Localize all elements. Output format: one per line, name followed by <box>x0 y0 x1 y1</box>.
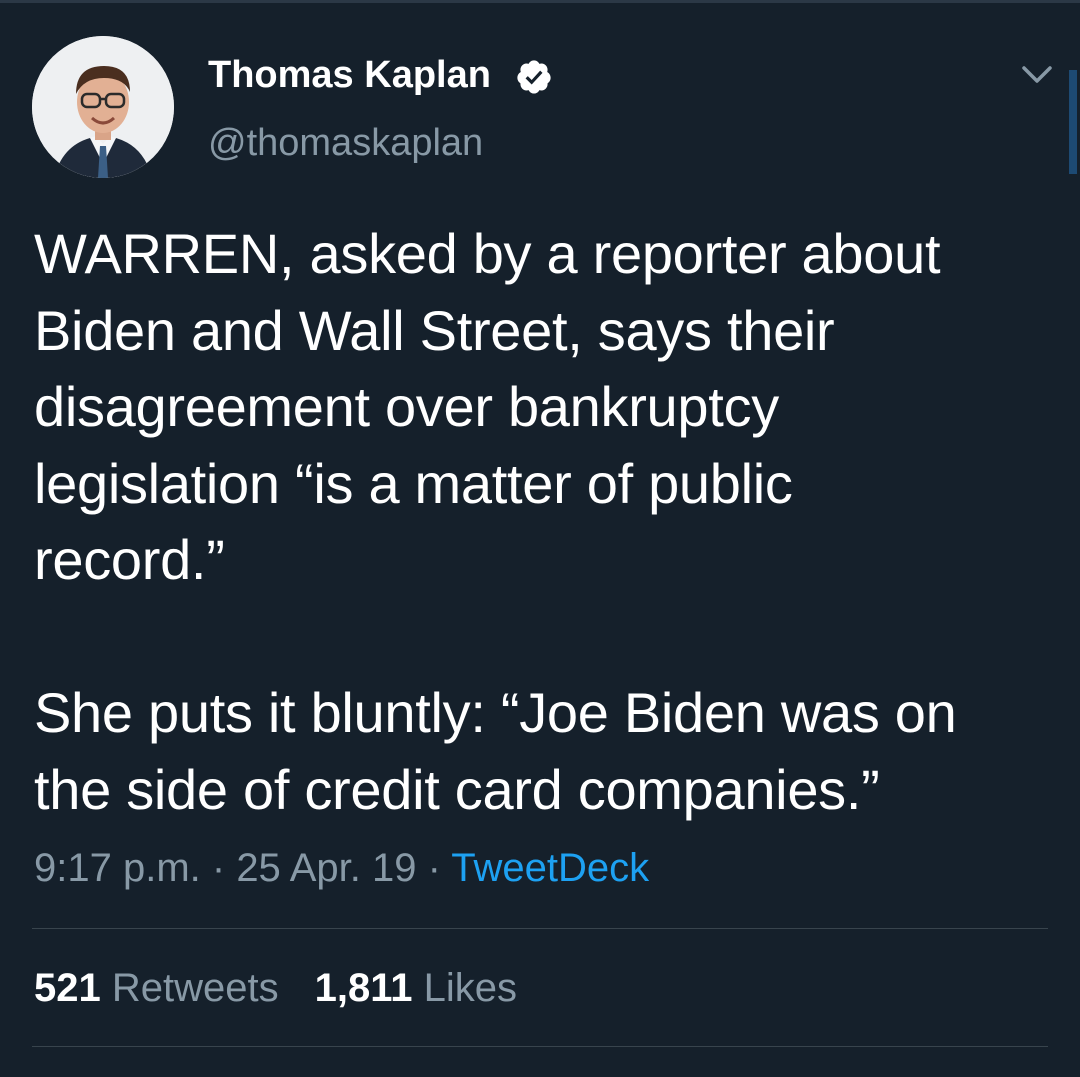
divider <box>32 1046 1048 1047</box>
meta-separator: · <box>416 846 452 890</box>
likes-stat[interactable]: 1,811 Likes <box>315 966 517 1010</box>
engagement-stats: 521 Retweets 1,811 Likes <box>34 966 517 1011</box>
top-border <box>0 0 1080 3</box>
avatar[interactable] <box>32 36 174 178</box>
scrollbar[interactable] <box>1069 70 1077 174</box>
avatar-photo <box>32 36 174 178</box>
tweet-source-link[interactable]: TweetDeck <box>451 846 649 890</box>
retweets-stat[interactable]: 521 Retweets <box>34 966 279 1010</box>
chevron-down-icon[interactable] <box>1018 60 1056 90</box>
author-display-name[interactable]: Thomas Kaplan <box>208 54 491 97</box>
tweet-time[interactable]: 9:17 p.m. <box>34 846 201 890</box>
tweet-metadata: 9:17 p.m. · 25 Apr. 19 · TweetDeck <box>34 846 649 891</box>
tweet-date[interactable]: 25 Apr. 19 <box>236 846 416 890</box>
retweets-label: Retweets <box>111 966 279 1010</box>
likes-label: Likes <box>423 966 518 1010</box>
retweets-count: 521 <box>34 966 101 1010</box>
author-handle[interactable]: @thomaskaplan <box>208 122 483 165</box>
meta-separator: · <box>200 846 237 890</box>
likes-count: 1,811 <box>314 966 413 1010</box>
tweet-text: WARREN, asked by a reporter about Biden … <box>34 222 957 821</box>
verified-badge-icon <box>517 60 551 94</box>
divider <box>32 928 1048 929</box>
